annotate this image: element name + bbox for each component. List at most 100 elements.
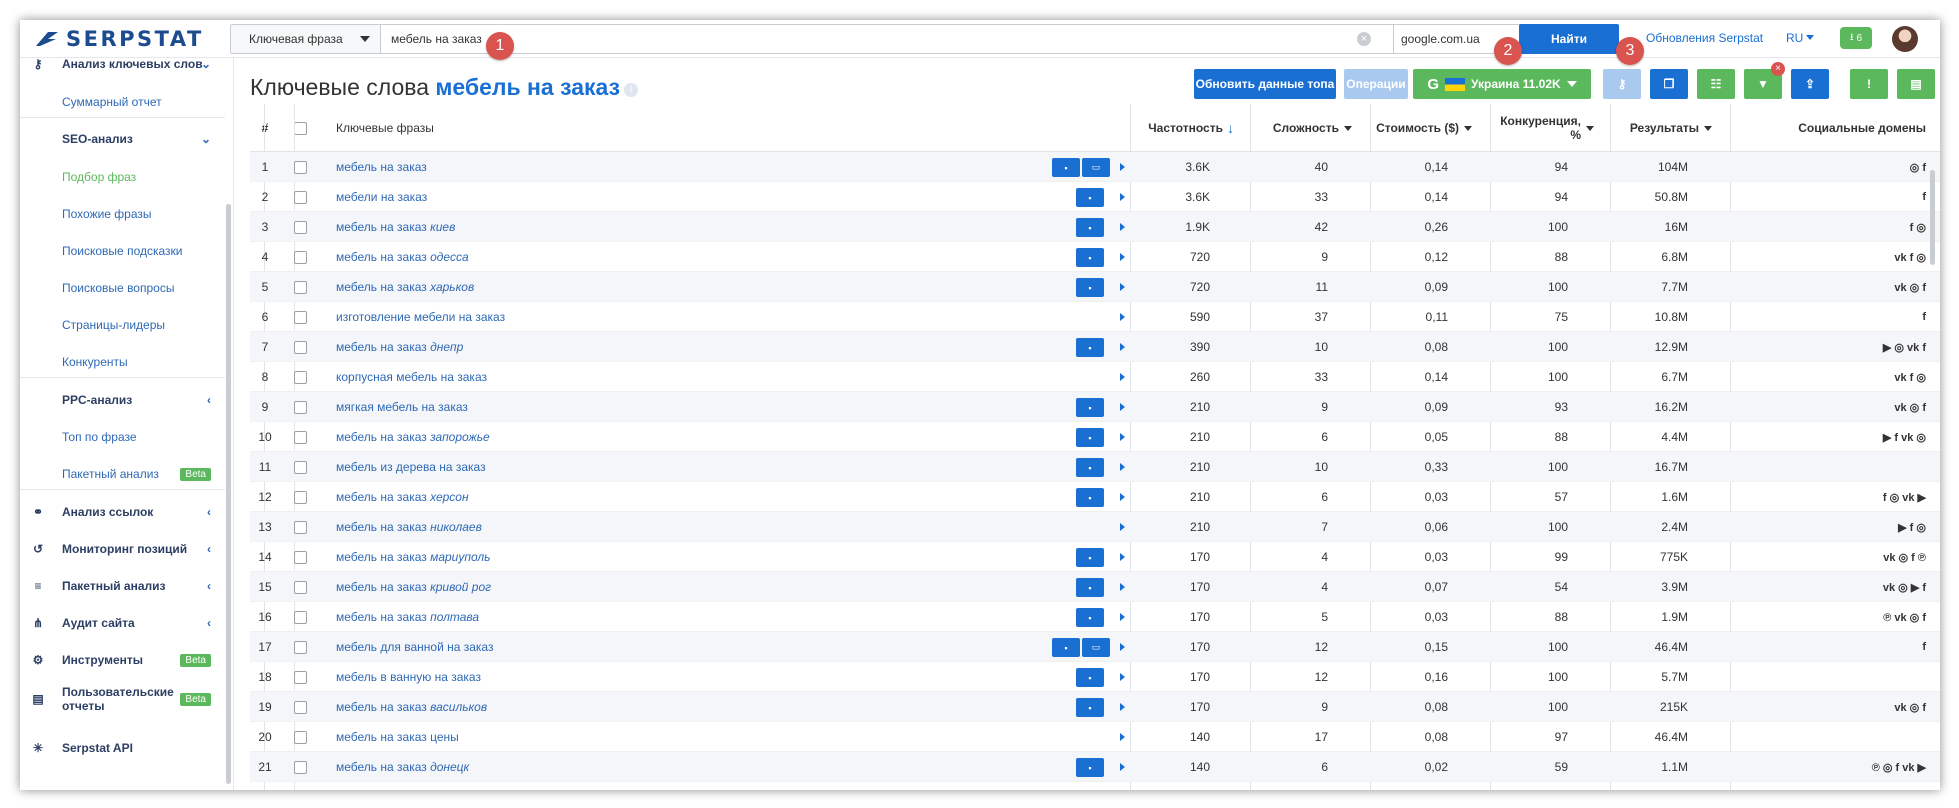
keyword-link[interactable]: мебель на заказ херсон xyxy=(336,482,469,512)
row-checkbox[interactable] xyxy=(294,422,307,452)
row-checkbox[interactable] xyxy=(294,572,307,602)
export-icon[interactable]: ⇪ xyxy=(1791,69,1829,99)
row-checkbox[interactable] xyxy=(294,392,307,422)
keyword-link[interactable]: мебель на заказ днепр xyxy=(336,332,463,362)
updates-link[interactable]: Обновления Serpstat xyxy=(1646,31,1763,45)
keyword-link[interactable]: мебель на заказ одесса xyxy=(336,242,469,272)
col-results[interactable]: Результаты xyxy=(1600,104,1712,152)
expand-arrow-icon[interactable] xyxy=(1120,673,1125,681)
serp-feature-icon[interactable]: ▪ xyxy=(1076,278,1104,297)
sidebar-item-13[interactable]: ↺ Мониторинг позиций ‹ xyxy=(20,538,225,560)
keys-icon[interactable]: ⚷ xyxy=(1603,69,1641,99)
row-checkbox[interactable] xyxy=(294,542,307,572)
expand-arrow-icon[interactable] xyxy=(1120,433,1125,441)
keyword-link[interactable]: мебель на заказ донецк xyxy=(336,752,469,782)
expand-arrow-icon[interactable] xyxy=(1120,493,1125,501)
expand-arrow-icon[interactable] xyxy=(1120,733,1125,741)
sidebar-item-2[interactable]: SEO-анализ ⌄ xyxy=(20,128,225,150)
row-checkbox[interactable] xyxy=(294,152,307,182)
expand-arrow-icon[interactable] xyxy=(1120,763,1125,771)
expand-arrow-icon[interactable] xyxy=(1120,193,1125,201)
keyword-link[interactable]: мебель на заказ николаев xyxy=(336,512,482,542)
keyword-link[interactable]: мебель для ванной на заказ xyxy=(336,632,493,662)
col-difficulty[interactable]: Сложность xyxy=(1250,104,1352,152)
row-checkbox[interactable] xyxy=(294,182,307,212)
row-checkbox[interactable] xyxy=(294,602,307,632)
serp-feature-icon[interactable]: ▪ xyxy=(1076,338,1104,357)
expand-arrow-icon[interactable] xyxy=(1120,313,1125,321)
sidebar-item-12[interactable]: ⚭ Анализ ссылок ‹ xyxy=(20,501,225,523)
col-keyword[interactable]: Ключевые фразы xyxy=(336,104,434,152)
serp-feature-icon[interactable]: ▪ xyxy=(1076,668,1104,687)
row-checkbox[interactable] xyxy=(294,722,307,752)
sidebar-item-14[interactable]: ≡ Пакетный анализ ‹ xyxy=(20,575,225,597)
expand-arrow-icon[interactable] xyxy=(1120,223,1125,231)
serp-image-icon[interactable]: ▭ xyxy=(1082,638,1110,657)
expand-arrow-icon[interactable] xyxy=(1120,403,1125,411)
expand-arrow-icon[interactable] xyxy=(1120,253,1125,261)
serp-feature-icon[interactable]: ▪ xyxy=(1076,458,1104,477)
keyword-link[interactable]: мебель на заказ запорожье xyxy=(336,422,490,452)
expand-arrow-icon[interactable] xyxy=(1120,343,1125,351)
sidebar-item-17[interactable]: ▤ Пользовательские отчеты Beta xyxy=(20,683,225,715)
sidebar-item-3[interactable]: Подбор фраз xyxy=(20,166,225,188)
serp-image-icon[interactable]: ▭ xyxy=(1082,158,1110,177)
col-competition[interactable]: Конкуренция, % xyxy=(1476,104,1594,152)
serp-feature-icon[interactable]: ▪ xyxy=(1076,398,1104,417)
serp-feature-icon[interactable]: ▪ xyxy=(1076,488,1104,507)
serp-feature-icon[interactable]: ▪ xyxy=(1076,188,1104,207)
serpstat-logo[interactable]: SERPSTAT xyxy=(34,27,204,51)
sidebar-scrollbar[interactable] xyxy=(226,204,231,784)
row-checkbox[interactable] xyxy=(294,362,307,392)
sidebar-item-7[interactable]: Страницы-лидеры xyxy=(20,314,225,336)
row-checkbox[interactable] xyxy=(294,482,307,512)
row-checkbox[interactable] xyxy=(294,242,307,272)
row-checkbox[interactable] xyxy=(294,332,307,362)
sidebar-item-6[interactable]: Поисковые вопросы xyxy=(20,277,225,299)
row-checkbox[interactable] xyxy=(294,272,307,302)
keyword-link[interactable]: мягкая мебель на заказ xyxy=(336,392,468,422)
keyword-link[interactable]: мебель из дерева на заказ xyxy=(336,452,486,482)
keyword-link[interactable]: мебель на заказ цены xyxy=(336,722,459,752)
expand-arrow-icon[interactable] xyxy=(1120,703,1125,711)
row-checkbox[interactable] xyxy=(294,692,307,722)
serp-feature-icon[interactable]: ▪ xyxy=(1052,158,1080,177)
col-cost[interactable]: Стоимость ($) xyxy=(1358,104,1472,152)
keyword-link[interactable]: мебели на заказ xyxy=(336,182,427,212)
table-scrollbar[interactable] xyxy=(1930,170,1935,265)
row-checkbox[interactable] xyxy=(294,632,307,662)
keyword-link[interactable]: мебель на заказ васильков xyxy=(336,692,487,722)
row-checkbox[interactable] xyxy=(294,212,307,242)
avatar[interactable] xyxy=(1892,26,1918,52)
row-checkbox[interactable] xyxy=(294,662,307,692)
serp-feature-icon[interactable]: ▪ xyxy=(1076,218,1104,237)
sidebar-item-15[interactable]: ⋔ Аудит сайта ‹ xyxy=(20,612,225,634)
keyword-link[interactable]: мебель на заказ мариуполь xyxy=(336,542,490,572)
keyword-link[interactable]: мебель в ванную на заказ xyxy=(336,662,481,692)
sidebar-item-8[interactable]: Конкуренты xyxy=(20,351,225,373)
feedback-icon[interactable]: ! xyxy=(1850,69,1888,99)
row-checkbox[interactable] xyxy=(294,752,307,782)
clear-icon[interactable]: × xyxy=(1357,32,1371,46)
keyword-link[interactable]: изготовление мебели на заказ xyxy=(336,302,505,332)
expand-arrow-icon[interactable] xyxy=(1120,643,1125,651)
language-select[interactable]: RU xyxy=(1786,31,1814,45)
columns-icon[interactable]: ☷ xyxy=(1697,69,1735,99)
sidebar-item-16[interactable]: ⚙ Инструменты Beta xyxy=(20,649,225,671)
keyword-link[interactable]: мебель на заказ киев xyxy=(336,212,455,242)
expand-arrow-icon[interactable] xyxy=(1120,283,1125,291)
expand-arrow-icon[interactable] xyxy=(1120,553,1125,561)
expand-arrow-icon[interactable] xyxy=(1120,463,1125,471)
keyword-link[interactable]: мебель на заказ полтава xyxy=(336,602,479,632)
downloads-badge[interactable]: ⭳ 6 xyxy=(1840,27,1872,49)
serp-feature-icon[interactable]: ▪ xyxy=(1076,698,1104,717)
serp-feature-icon[interactable]: ▪ xyxy=(1052,638,1080,657)
keyword-link[interactable]: мебель на заказ xyxy=(336,152,427,182)
expand-arrow-icon[interactable] xyxy=(1120,613,1125,621)
sidebar-item-11[interactable]: Пакетный анализ Beta xyxy=(20,463,225,485)
expand-arrow-icon[interactable] xyxy=(1120,373,1125,381)
clear-filter-icon[interactable]: × xyxy=(1771,62,1785,76)
serp-feature-icon[interactable]: ▪ xyxy=(1076,248,1104,267)
expand-arrow-icon[interactable] xyxy=(1120,163,1125,171)
expand-arrow-icon[interactable] xyxy=(1120,523,1125,531)
